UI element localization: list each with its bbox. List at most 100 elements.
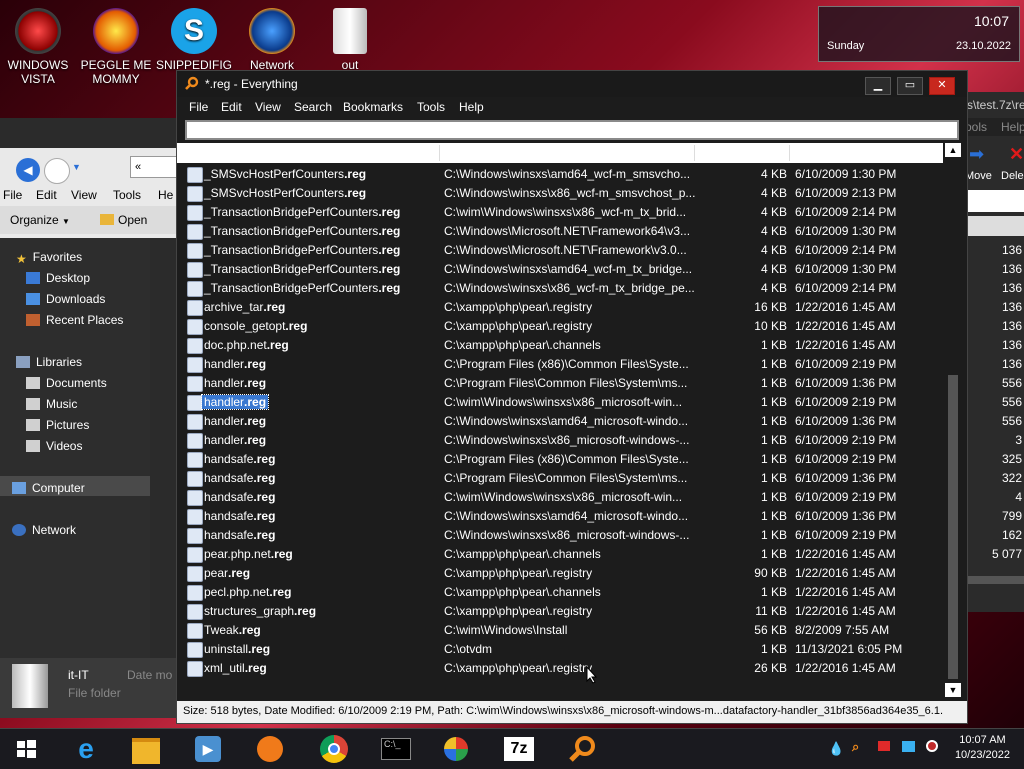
nav-network[interactable]: Network — [12, 523, 76, 537]
explorer-menu-edit[interactable]: Edit — [36, 188, 57, 202]
result-row[interactable]: handler.reg C:\wim\Windows\winsxs\x86_mic… — [177, 393, 943, 412]
vertical-scrollbar[interactable]: ▲ ▼ — [945, 143, 961, 697]
column-separator[interactable] — [789, 145, 790, 161]
tray-drop-icon[interactable]: 💧 — [828, 741, 844, 757]
archive-address-field[interactable] — [965, 190, 1024, 212]
start-button[interactable] — [10, 733, 42, 765]
tray-flag-icon[interactable] — [878, 741, 890, 751]
result-row[interactable]: archive_tar.reg C:\xampp\php\pear\.regist… — [177, 298, 943, 317]
menu-bookmarks[interactable]: Bookmarks — [343, 100, 403, 114]
desktop-icon-folder[interactable]: out — [312, 4, 388, 72]
result-row[interactable]: handler.reg C:\Windows\winsxs\amd64_micro… — [177, 412, 943, 431]
scroll-up-icon[interactable]: ▲ — [945, 143, 961, 157]
address-bar[interactable]: « — [130, 156, 182, 178]
desktop-icon-peggle[interactable]: PEGGLE ME MOMMY — [78, 4, 154, 86]
tray-network-icon[interactable] — [902, 741, 915, 752]
result-row[interactable]: _TransactionBridgePerfCounters.reg C:\Win… — [177, 222, 943, 241]
close-button[interactable]: ✕ — [929, 77, 955, 95]
desktop-icon-network[interactable]: Network — [234, 4, 310, 72]
nav-music[interactable]: Music — [26, 397, 77, 411]
explorer-menu-file[interactable]: File — [3, 188, 22, 202]
history-dropdown-icon[interactable]: ▼ — [72, 162, 81, 172]
archive-hscroll[interactable] — [965, 576, 1024, 584]
result-row[interactable]: _TransactionBridgePerfCounters.reg C:\Win… — [177, 279, 943, 298]
menu-edit[interactable]: Edit — [221, 100, 242, 114]
result-size: 1 KB — [760, 509, 787, 523]
column-separator[interactable] — [694, 145, 695, 161]
result-row[interactable]: structures_graph.reg C:\xampp\php\pear\.r… — [177, 602, 943, 621]
result-row[interactable]: _TransactionBridgePerfCounters.reg C:\wim… — [177, 203, 943, 222]
result-row[interactable]: handsafe.reg C:\wim\Windows\winsxs\x86_mi… — [177, 488, 943, 507]
maximize-button[interactable]: ▭ — [897, 77, 923, 95]
scroll-thumb[interactable] — [948, 375, 958, 679]
result-path: C:\xampp\php\pear\.registry — [444, 566, 593, 580]
result-row[interactable]: console_getopt.reg C:\xampp\php\pear\.reg… — [177, 317, 943, 336]
7zip-icon[interactable]: 7z — [504, 733, 536, 765]
nav-videos[interactable]: Videos — [26, 439, 82, 453]
open-button[interactable]: Open — [100, 213, 147, 227]
nav-computer[interactable]: Computer — [12, 481, 85, 495]
nav-downloads[interactable]: Downloads — [26, 292, 105, 306]
result-row[interactable]: handsafe.reg C:\Program Files (x86)\Commo… — [177, 450, 943, 469]
result-row[interactable]: _SMSvcHostPerfCounters.reg C:\Windows\win… — [177, 165, 943, 184]
result-row[interactable]: handler.reg C:\Program Files\Common Files… — [177, 374, 943, 393]
result-row[interactable]: Tweak.reg C:\wim\Windows\Install 56 KB 8/2/… — [177, 621, 943, 640]
result-row[interactable]: _TransactionBridgePerfCounters.reg C:\Win… — [177, 241, 943, 260]
result-row[interactable]: xml_util.reg C:\xampp\php\pear\.registry 2… — [177, 659, 943, 678]
explorer-menu-tools[interactable]: Tools — [113, 188, 141, 202]
title-bar[interactable]: *.reg - Everything ▁ ▭ ✕ — [177, 71, 967, 97]
result-row[interactable]: handler.reg C:\Program Files (x86)\Common… — [177, 355, 943, 374]
menu-view[interactable]: View — [255, 100, 281, 114]
result-row[interactable]: _TransactionBridgePerfCounters.reg C:\Win… — [177, 260, 943, 279]
nav-recent-places[interactable]: Recent Places — [26, 313, 123, 327]
archive-menu-help[interactable]: Help — [1001, 120, 1024, 134]
forward-icon[interactable] — [44, 158, 70, 184]
result-row[interactable]: handsafe.reg C:\Windows\winsxs\x86_micros… — [177, 526, 943, 545]
file-explorer-icon[interactable] — [130, 733, 162, 765]
scroll-down-icon[interactable]: ▼ — [945, 683, 961, 697]
nav-pictures[interactable]: Pictures — [26, 418, 89, 432]
status-text: Size: 518 bytes, Date Modified: 6/10/200… — [183, 705, 944, 717]
column-header[interactable] — [177, 143, 943, 163]
menu-tools[interactable]: Tools — [417, 100, 445, 114]
organize-button[interactable]: Organize ▼ — [10, 213, 70, 227]
result-row[interactable]: handsafe.reg C:\Program Files\Common File… — [177, 469, 943, 488]
archive-menu-tools[interactable]: ools — [965, 120, 987, 134]
result-row[interactable]: pecl.php.net.reg C:\xampp\php\pear\.chann… — [177, 583, 943, 602]
windows-media-center-icon[interactable] — [440, 733, 472, 765]
chrome-icon[interactable] — [318, 733, 350, 765]
desktop-icon-windows-vista[interactable]: WINDOWS VISTA — [0, 4, 76, 86]
delete-button[interactable]: Dele — [1001, 170, 1024, 182]
search-input[interactable] — [185, 120, 959, 140]
minimize-button[interactable]: ▁ — [865, 77, 891, 95]
nav-favorites[interactable]: ★ Favorites — [16, 250, 82, 266]
result-row[interactable]: handsafe.reg C:\Windows\winsxs\amd64_micr… — [177, 507, 943, 526]
nav-documents[interactable]: Documents — [26, 376, 107, 390]
command-prompt-icon[interactable]: C:\_ — [380, 733, 412, 765]
nav-desktop[interactable]: Desktop — [26, 271, 90, 285]
explorer-menu-view[interactable]: View — [71, 188, 97, 202]
result-row[interactable]: pear.reg C:\xampp\php\pear\.registry 90 KB… — [177, 564, 943, 583]
column-separator[interactable] — [439, 145, 440, 161]
media-player-icon[interactable]: ▶ — [192, 733, 224, 765]
tray-everything-icon[interactable]: ⌕ — [852, 739, 859, 755]
explorer-menu-help[interactable]: He — [158, 188, 173, 202]
result-row[interactable]: doc.php.net.reg C:\xampp\php\pear\.channe… — [177, 336, 943, 355]
internet-explorer-icon[interactable]: e — [70, 733, 102, 765]
result-row[interactable]: pear.php.net.reg C:\xampp\php\pear\.chann… — [177, 545, 943, 564]
result-row[interactable]: uninstall.reg C:\otvdm 1 KB 11/13/2021 6:05… — [177, 640, 943, 659]
back-icon[interactable]: ◀ — [16, 158, 40, 182]
result-row[interactable]: _SMSvcHostPerfCounters.reg C:\Windows\win… — [177, 184, 943, 203]
move-button[interactable]: Move — [965, 170, 992, 182]
tray-clock[interactable]: 10:07 AM 10/23/2022 — [955, 733, 1010, 763]
window-title: *.reg - Everything — [205, 77, 298, 91]
result-size: 4 KB — [760, 243, 787, 257]
menu-help[interactable]: Help — [459, 100, 484, 114]
menu-search[interactable]: Search — [294, 100, 332, 114]
uc-browser-icon[interactable] — [254, 733, 286, 765]
menu-file[interactable]: File — [189, 100, 208, 114]
everything-search-icon[interactable] — [566, 733, 598, 765]
nav-libraries[interactable]: Libraries — [16, 355, 82, 369]
result-row[interactable]: handler.reg C:\Windows\winsxs\x86_microso… — [177, 431, 943, 450]
tray-security-icon[interactable] — [926, 740, 938, 752]
